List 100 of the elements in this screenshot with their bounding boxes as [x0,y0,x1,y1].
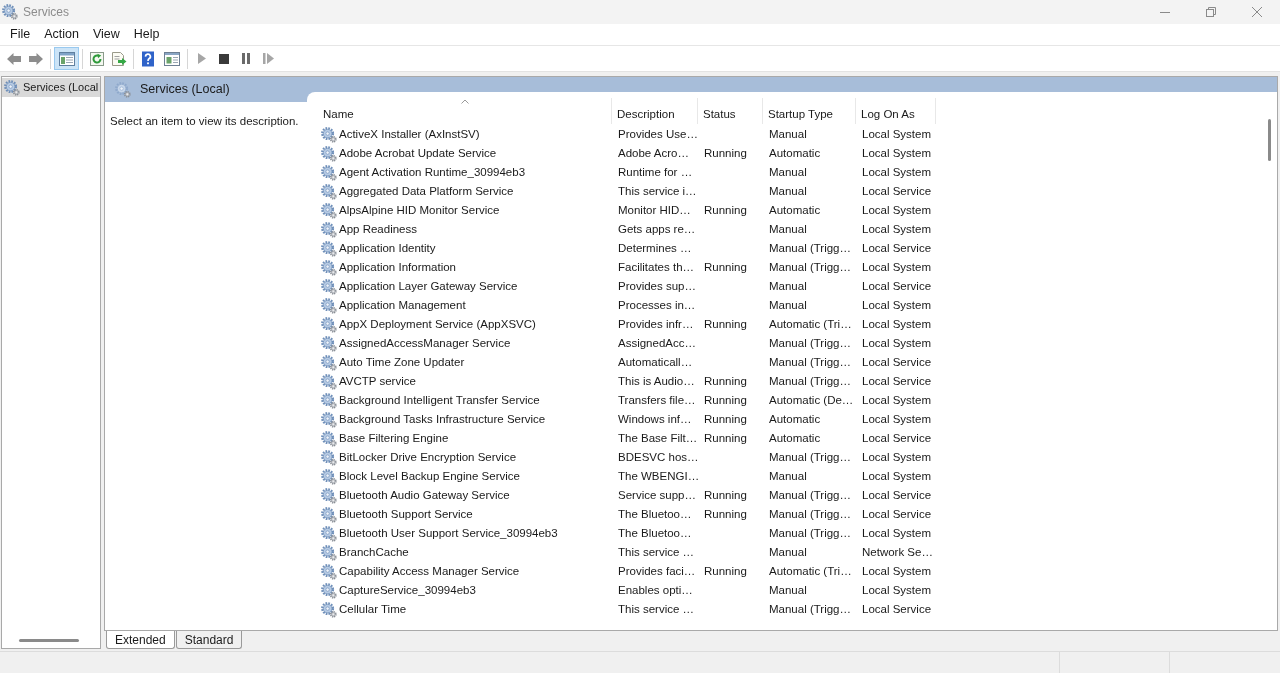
table-cell: Adobe Acro… [618,146,689,159]
sort-caret-icon [460,99,469,104]
scrollbar-thumb[interactable] [19,638,79,642]
stop-icon [219,53,229,64]
table-cell: This service … [618,545,695,558]
table-cell: Running [704,488,747,501]
menu-item[interactable]: File [3,25,38,44]
table-cell-text: AppX Deployment Service (AppXSVC) [339,316,536,332]
gear-icon [321,468,337,485]
table-cell: Manual (Trigg… [769,260,852,273]
table-cell-text: Application Identity [339,240,436,256]
scrollbar-thumb[interactable] [1267,119,1271,161]
table-cell: Local Service [862,602,932,615]
table-cell-text: Auto Time Zone Updater [339,354,465,370]
table-cell: Provides Use… [618,127,698,140]
table-cell: Network Se… [862,545,933,558]
table-cell: Running [704,374,747,387]
table-cell-text: Background Tasks Infrastructure Service [339,411,546,427]
restore-icon [1206,7,1216,17]
menu-item[interactable]: Action [37,25,86,44]
table-cell: Automaticall… [618,355,693,368]
window-grid-icon [163,50,180,67]
table-cell: Local Service [862,241,932,254]
table-cell: Local System [862,222,932,235]
gear-icon [321,506,337,523]
table-cell-text: AlpsAlpine HID Monitor Service [339,202,500,218]
table-cell: Manual [769,469,807,482]
table-cell-text: Adobe Acrobat Update Service [339,145,497,161]
table-cell: Manual (Trigg… [769,336,852,349]
table-cell: Local System [862,412,932,425]
table-cell: Local System [862,203,932,216]
table-cell: Manual [769,127,807,140]
table-cell-text: Application Management [339,297,466,313]
show-hide-tree-button[interactable] [54,47,79,70]
table-cell: Local System [862,469,932,482]
table-cell: Manual (Trigg… [769,507,852,520]
menu-item[interactable]: View [85,25,127,44]
table-cell-text: Bluetooth Support Service [339,506,473,522]
column-header[interactable]: Name [318,98,612,124]
table-cell-text: Background Intelligent Transfer Service [339,392,540,408]
gear-icon [321,411,337,428]
column-header[interactable]: Startup Type [763,98,856,124]
table-cell: Gets apps re… [618,222,696,235]
table-cell: Processes in… [618,298,696,311]
gear-icon [321,430,337,447]
table-cell: Manual (Trigg… [769,602,852,615]
table-cell: Running [704,260,747,273]
view-tab[interactable]: Standard [175,631,243,649]
gear-icon [321,316,337,333]
table-cell: Manual (Trigg… [769,241,852,254]
tree-item[interactable]: Services (Local [2,78,100,97]
column-header[interactable]: Log On As [856,98,936,124]
gear-icon [321,164,337,181]
pause-icon [242,53,250,64]
gear-icon [321,183,337,200]
table-cell: Manual (Trigg… [769,374,852,387]
refresh-icon [89,50,105,67]
help-icon [140,50,156,67]
table-cell-text: Capability Access Manager Service [339,563,520,579]
table-cell: Local Service [862,374,932,387]
gear-icon [321,221,337,238]
menu-item[interactable]: Help [126,25,167,44]
table-cell: AssignedAcc… [618,336,696,349]
document-arrow-icon [111,50,127,67]
play-icon [198,53,206,64]
gear-icon [321,354,337,371]
table-cell: Running [704,317,747,330]
table-cell: Local System [862,317,932,330]
table-cell: Manual [769,545,807,558]
table-cell-text: Application Layer Gateway Service [339,278,518,294]
table-cell-text: BranchCache [339,544,409,560]
minimize-icon [1160,11,1170,13]
table-cell: Local System [862,260,932,273]
table-cell: BDESVC hos… [618,450,699,463]
description-text: Select an item to view its description. [110,115,299,127]
view-tab[interactable]: Extended [106,631,175,649]
table-cell: Local System [862,298,932,311]
gear-icon [321,487,337,504]
table-cell-text: Aggregated Data Platform Service [339,183,514,199]
table-cell: Manual [769,184,807,197]
table-cell-text: BitLocker Drive Encryption Service [339,449,517,465]
table-cell: Running [704,431,747,444]
gear-icon [321,240,337,257]
table-cell: Service supp… [618,488,696,501]
table-cell: Local System [862,583,932,596]
table-cell: Automatic [769,203,821,216]
table-cell: Local Service [862,355,932,368]
table-cell: Manual (Trigg… [769,526,852,539]
table-cell: Local Service [862,488,932,501]
table-cell-text: AVCTP service [339,373,416,389]
table-cell: Runtime for … [618,165,693,178]
table-cell: Manual [769,222,807,235]
window-panes-icon [58,50,75,67]
table-cell: Enables opti… [618,583,693,596]
gear-icon [115,81,131,98]
table-cell: Running [704,412,747,425]
column-header[interactable]: Status [698,98,763,124]
table-cell: The Bluetoo… [618,507,692,520]
column-header[interactable]: Description [612,98,698,124]
table-cell-text: AssignedAccessManager Service [339,335,511,351]
